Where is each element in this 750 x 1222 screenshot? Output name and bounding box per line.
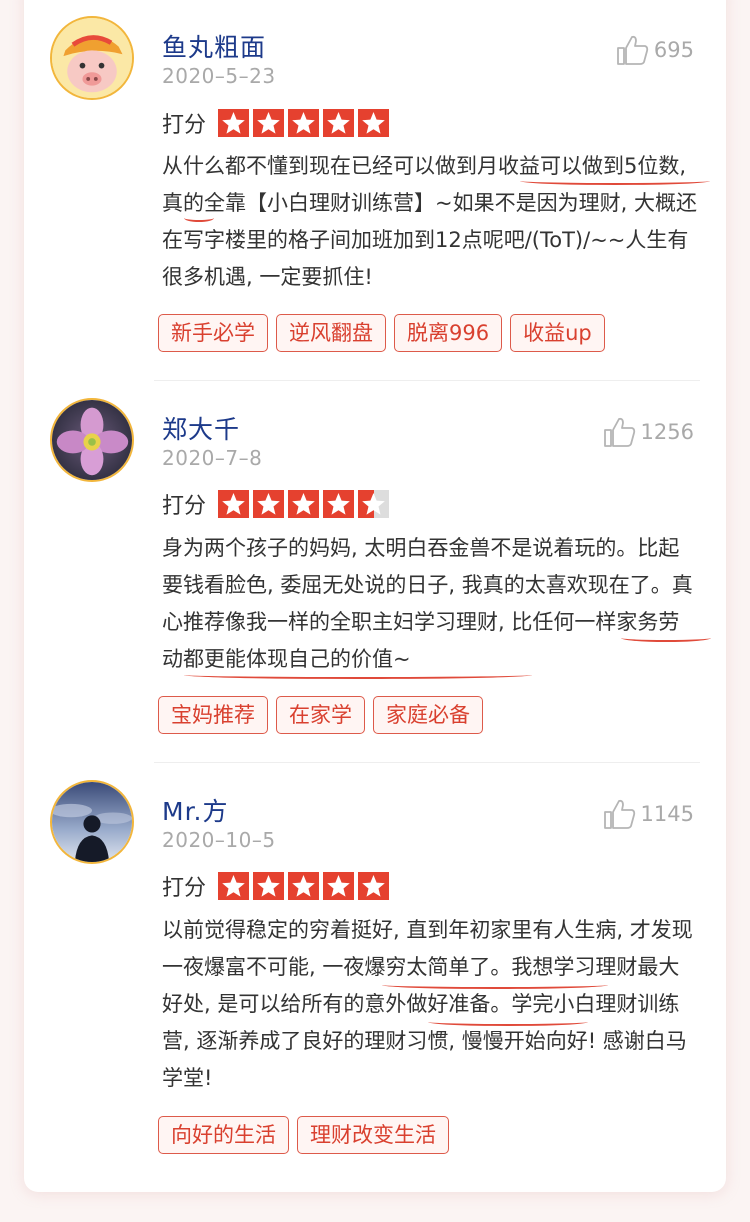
like-button[interactable]: 1145 xyxy=(603,798,694,830)
divider xyxy=(154,762,700,763)
star-icon xyxy=(218,490,250,518)
star-icon xyxy=(218,872,250,900)
star-icon xyxy=(358,109,390,137)
tag[interactable]: 家庭必备 xyxy=(373,696,483,734)
star-rating xyxy=(218,490,393,518)
like-count: 1256 xyxy=(640,420,694,444)
silhouette-sky-avatar xyxy=(52,782,132,862)
divider xyxy=(154,380,700,381)
tag[interactable]: 逆风翻盘 xyxy=(276,314,386,352)
rating-label: 打分 xyxy=(162,494,207,519)
star-icon xyxy=(288,109,320,137)
tag[interactable]: 在家学 xyxy=(276,696,365,734)
star-icon xyxy=(253,109,285,137)
rating-row: 打分 xyxy=(162,107,393,139)
thumbs-up-icon xyxy=(603,417,635,447)
review-date: 2020–7–8 xyxy=(162,446,263,470)
avatar[interactable] xyxy=(50,780,134,864)
reviewer-name: 郑大千 xyxy=(162,415,241,444)
tag[interactable]: 宝妈推荐 xyxy=(158,696,268,734)
tag[interactable]: 新手必学 xyxy=(158,314,268,352)
avatar[interactable] xyxy=(50,16,134,100)
star-icon xyxy=(288,490,320,518)
star-icon xyxy=(323,872,355,900)
like-count: 695 xyxy=(653,38,694,62)
star-icon xyxy=(358,490,390,518)
review-date: 2020–5–23 xyxy=(162,64,276,88)
highlight-underline xyxy=(428,1018,588,1026)
highlight-underline xyxy=(382,981,608,989)
tag-list: 宝妈推荐 在家学 家庭必备 xyxy=(158,696,491,734)
star-rating xyxy=(218,109,393,137)
like-count: 1145 xyxy=(640,802,694,826)
star-icon xyxy=(288,872,320,900)
tag-list: 向好的生活 理财改变生活 xyxy=(158,1116,457,1154)
thumbs-up-icon xyxy=(617,35,649,65)
highlight-underline xyxy=(621,634,711,642)
star-icon xyxy=(323,490,355,518)
star-icon xyxy=(358,872,390,900)
review-text: 从什么都不懂到现在已经可以做到月收益可以做到5位数, 真的全靠【小白理财训练营】… xyxy=(162,154,697,289)
highlight-underline xyxy=(184,671,532,679)
tag[interactable]: 收益up xyxy=(510,314,605,352)
tag[interactable]: 向好的生活 xyxy=(158,1116,289,1154)
cartoon-pig-avatar xyxy=(52,18,132,98)
star-icon xyxy=(323,109,355,137)
star-icon xyxy=(253,872,285,900)
like-button[interactable]: 1256 xyxy=(603,416,694,448)
thumbs-up-icon xyxy=(603,799,635,829)
tag-list: 新手必学 逆风翻盘 脱离996 收益up xyxy=(158,314,613,352)
like-button[interactable]: 695 xyxy=(616,34,694,66)
avatar[interactable] xyxy=(50,398,134,482)
purple-flower-avatar xyxy=(52,400,132,480)
reviewer-name: 鱼丸粗面 xyxy=(162,33,267,62)
star-icon xyxy=(253,490,285,518)
star-icon xyxy=(218,109,250,137)
highlight-underline xyxy=(184,214,214,222)
tag[interactable]: 脱离996 xyxy=(394,314,503,352)
review-date: 2020–10–5 xyxy=(162,828,276,852)
rating-row: 打分 xyxy=(162,870,393,902)
review-text: 身为两个孩子的妈妈, 太明白吞金兽不是说着玩的。比起要钱看脸色, 委屈无处说的日… xyxy=(162,536,693,671)
highlight-underline xyxy=(520,177,710,185)
star-rating xyxy=(218,872,393,900)
reviews-card: 鱼丸粗面 2020–5–23 695 打分 从什么都不懂到现在已经可以做到月收益… xyxy=(24,0,726,1192)
reviewer-name: Mr.方 xyxy=(162,797,229,826)
rating-label: 打分 xyxy=(162,876,207,901)
rating-row: 打分 xyxy=(162,488,393,520)
review-text: 以前觉得稳定的穷着挺好, 直到年初家里有人生病, 才发现一夜爆富不可能, 一夜爆… xyxy=(162,918,693,1090)
rating-label: 打分 xyxy=(162,113,207,138)
tag[interactable]: 理财改变生活 xyxy=(297,1116,449,1154)
